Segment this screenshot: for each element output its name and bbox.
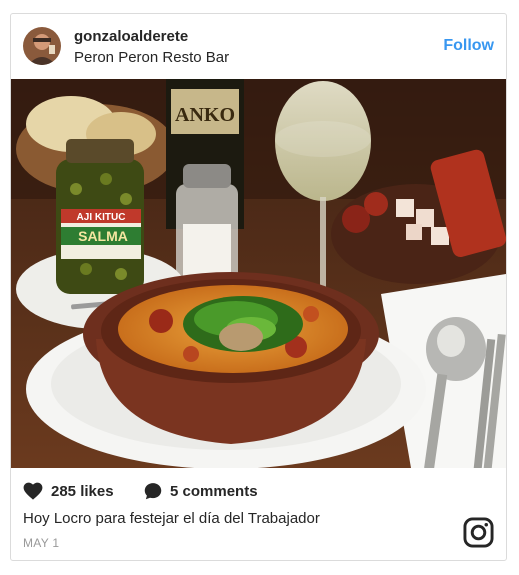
bottle-label: ANKO [175, 104, 235, 126]
comments-button[interactable]: 5 comments [144, 482, 258, 500]
heart-icon [23, 482, 43, 500]
jar-label-main: SALMA [78, 228, 128, 244]
likes-button[interactable]: 285 likes [23, 482, 114, 500]
speech-bubble-icon [144, 483, 162, 500]
username[interactable]: gonzaloalderete [74, 28, 188, 45]
instagram-post-card: gonzaloalderete Peron Peron Resto Bar Fo… [10, 13, 507, 561]
post-caption: Hoy Locro para festejar el día del Traba… [23, 510, 320, 527]
instagram-icon[interactable] [463, 517, 494, 548]
jar-label-top: AJI KITUC [77, 212, 126, 223]
post-date: MAY 1 [23, 536, 60, 550]
post-header: gonzaloalderete Peron Peron Resto Bar Fo… [11, 14, 506, 78]
follow-button[interactable]: Follow [443, 37, 494, 55]
avatar[interactable] [23, 27, 61, 65]
comments-count: 5 comments [170, 482, 258, 500]
post-photo[interactable]: ANKO AJI KITUC SALMA [11, 79, 506, 468]
likes-count: 285 likes [51, 482, 114, 500]
post-actions: 285 likes 5 comments [23, 482, 493, 504]
location-link[interactable]: Peron Peron Resto Bar [74, 49, 229, 66]
